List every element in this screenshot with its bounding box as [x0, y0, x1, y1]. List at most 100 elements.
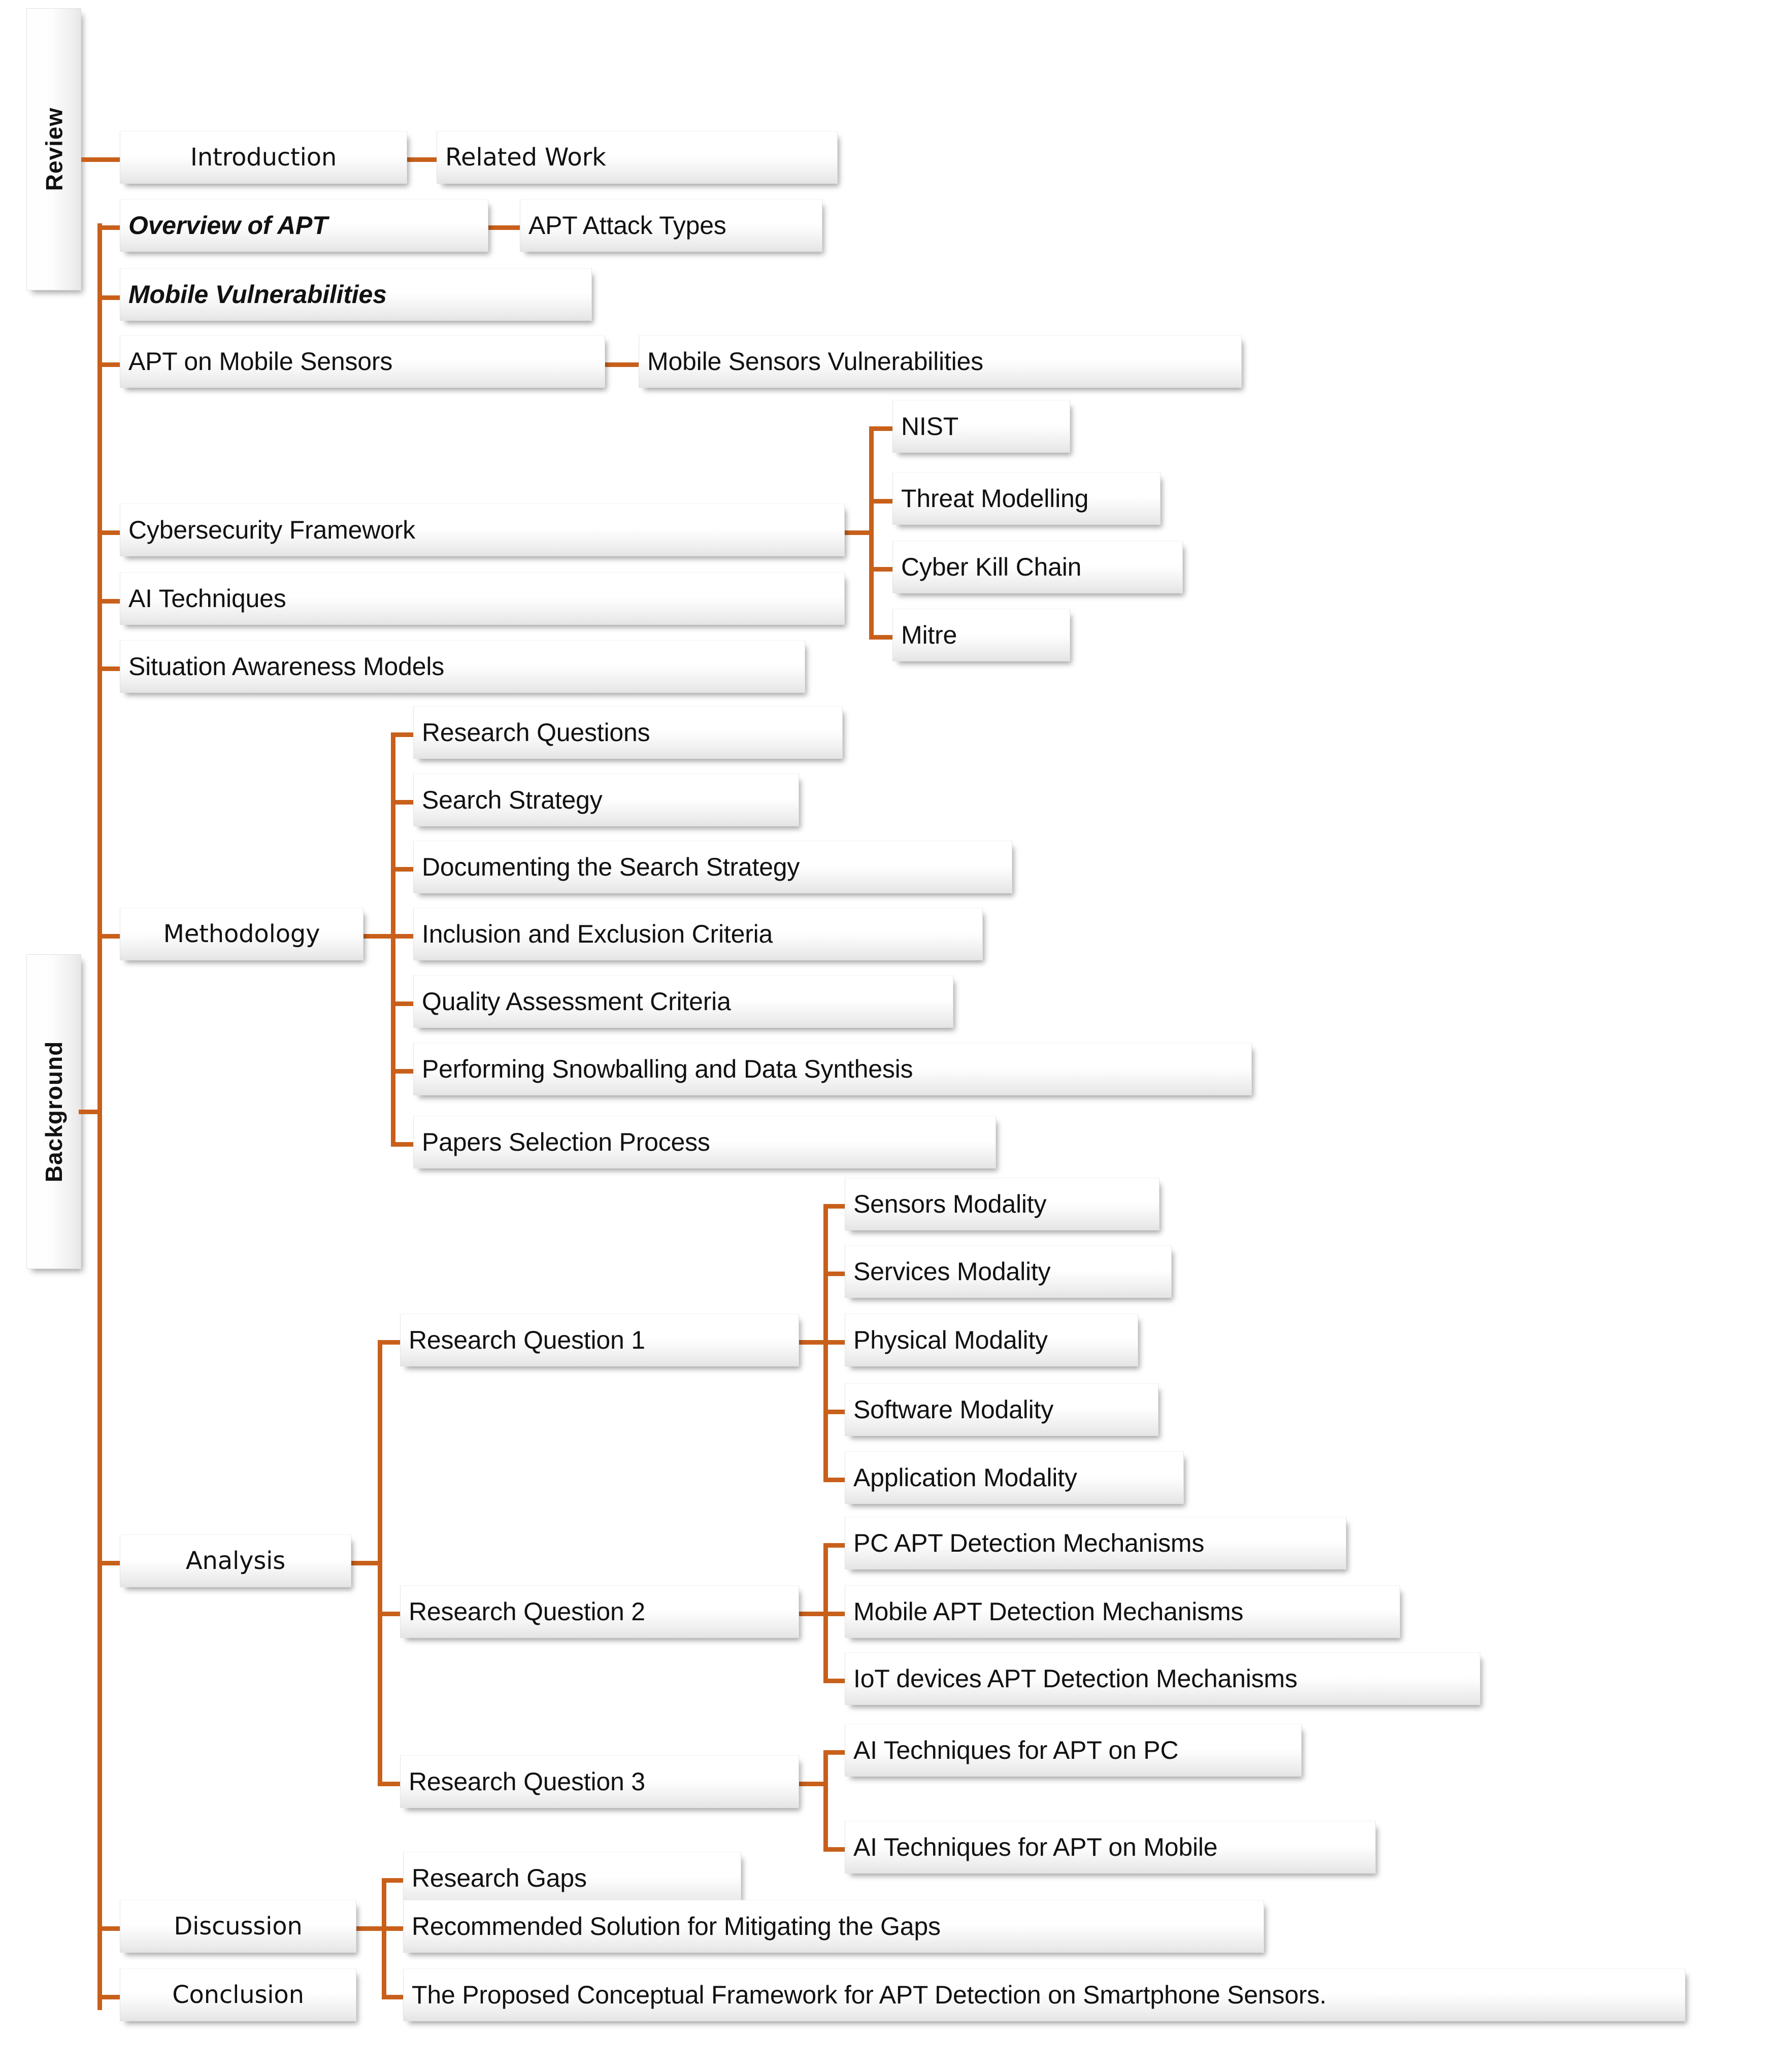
node-application-modality[interactable]: Application Modality [845, 1451, 1184, 1504]
node-physical-modality[interactable]: Physical Modality [845, 1314, 1138, 1366]
connector-rq2-pc [823, 1543, 846, 1548]
node-apt-on-mobile-sensors-label: APT on Mobile Sensors [128, 347, 393, 376]
node-software-modality[interactable]: Software Modality [845, 1383, 1158, 1436]
node-services-modality[interactable]: Services Modality [845, 1245, 1172, 1298]
node-apt-on-mobile-sensors[interactable]: APT on Mobile Sensors [120, 335, 605, 388]
node-situation-awareness-models[interactable]: Situation Awareness Models [120, 640, 805, 693]
node-proposed-conceptual-framework[interactable]: The Proposed Conceptual Framework for AP… [403, 1968, 1685, 2021]
connector-review-introduction [81, 157, 121, 162]
node-cybersecurity-framework[interactable]: Cybersecurity Framework [120, 504, 845, 556]
connector-methodology-bus-vertical [391, 732, 395, 1147]
node-proposed-conceptual-framework-label: The Proposed Conceptual Framework for AP… [412, 1981, 1327, 2009]
node-pc-apt-detection-mechanisms-label: PC APT Detection Mechanisms [853, 1529, 1205, 1557]
node-conclusion[interactable]: Conclusion [120, 1968, 356, 2021]
node-related-work-label: Related Work [445, 143, 606, 172]
connector-meth-search [391, 800, 414, 805]
node-mobile-apt-detection-mechanisms[interactable]: Mobile APT Detection Mechanisms [845, 1585, 1400, 1638]
node-introduction[interactable]: Introduction [120, 131, 407, 184]
node-ai-techniques-apt-mobile[interactable]: AI Techniques for APT on Mobile [845, 1821, 1376, 1874]
node-ai-techniques-apt-pc-label: AI Techniques for APT on PC [853, 1736, 1179, 1764]
node-ai-techniques-label: AI Techniques [128, 584, 286, 613]
connector-rq3-bus-vertical [823, 1750, 828, 1852]
node-discussion-label: Discussion [174, 1912, 303, 1941]
side-label-review-text: Review [41, 107, 67, 191]
node-sensors-modality-label: Sensors Modality [853, 1190, 1047, 1218]
node-analysis[interactable]: Analysis [120, 1534, 351, 1587]
node-recommended-solution[interactable]: Recommended Solution for Mitigating the … [403, 1900, 1264, 1953]
node-application-modality-label: Application Modality [853, 1463, 1077, 1492]
node-physical-modality-label: Physical Modality [853, 1326, 1048, 1354]
connector-analysis-bus-vertical [378, 1340, 382, 1786]
node-methodology[interactable]: Methodology [120, 908, 363, 960]
connector-background-stub [79, 1110, 102, 1114]
connector-rq3-mobile [823, 1847, 846, 1852]
connector-trunk-mobilevuln [97, 295, 121, 300]
node-iot-apt-detection-mechanisms[interactable]: IoT devices APT Detection Mechanisms [845, 1652, 1480, 1705]
node-ai-techniques[interactable]: AI Techniques [120, 572, 845, 625]
connector-rq1-software [823, 1410, 846, 1414]
mindmap-diagram: Review Background Introduction Overview … [0, 0, 1790, 2072]
node-search-strategy[interactable]: Search Strategy [413, 774, 799, 826]
node-research-question-2-label: Research Question 2 [409, 1597, 645, 1626]
node-sensors-modality[interactable]: Sensors Modality [845, 1178, 1159, 1230]
node-software-modality-label: Software Modality [853, 1395, 1053, 1424]
connector-trunk-situation [97, 666, 121, 671]
node-papers-selection-process[interactable]: Papers Selection Process [413, 1116, 996, 1168]
node-overview-of-apt-label: Overview of APT [128, 211, 328, 240]
node-ai-techniques-apt-mobile-label: AI Techniques for APT on Mobile [853, 1833, 1218, 1861]
node-conclusion-label: Conclusion [172, 1981, 304, 2009]
connector-trunk-methodology [97, 934, 121, 939]
connector-rq2-iot [823, 1679, 846, 1683]
node-iot-apt-detection-mechanisms-label: IoT devices APT Detection Mechanisms [853, 1664, 1298, 1693]
connector-meth-inclusion [391, 934, 414, 939]
connector-meth-quality [391, 1001, 414, 1006]
node-research-questions-label: Research Questions [422, 718, 650, 747]
node-quality-assessment-criteria[interactable]: Quality Assessment Criteria [413, 975, 953, 1028]
node-discussion[interactable]: Discussion [120, 1900, 356, 1953]
connector-trunk-aptsensors [97, 362, 121, 367]
node-research-question-3[interactable]: Research Question 3 [400, 1755, 799, 1808]
node-apt-attack-types[interactable]: APT Attack Types [520, 199, 822, 252]
connector-rq1-sensors [823, 1204, 846, 1209]
connector-meth-document [391, 867, 414, 872]
node-ai-techniques-apt-pc[interactable]: AI Techniques for APT on PC [845, 1724, 1302, 1777]
node-analysis-label: Analysis [185, 1547, 286, 1575]
connector-meth-snowball [391, 1069, 414, 1074]
node-mobile-sensors-vulnerabilities[interactable]: Mobile Sensors Vulnerabilities [639, 335, 1242, 388]
connector-background-trunk [97, 223, 102, 2010]
node-performing-snowballing[interactable]: Performing Snowballing and Data Synthesi… [413, 1043, 1252, 1095]
node-services-modality-label: Services Modality [853, 1257, 1051, 1286]
node-pc-apt-detection-mechanisms[interactable]: PC APT Detection Mechanisms [845, 1517, 1346, 1569]
node-quality-assessment-criteria-label: Quality Assessment Criteria [422, 987, 731, 1016]
node-research-questions[interactable]: Research Questions [413, 706, 843, 759]
node-inclusion-exclusion-criteria[interactable]: Inclusion and Exclusion Criteria [413, 908, 983, 960]
connector-analysis-bus [350, 1561, 380, 1565]
connector-analysis-rq1 [378, 1340, 401, 1345]
connector-trunk-overview [97, 225, 121, 230]
node-mobile-vulnerabilities[interactable]: Mobile Vulnerabilities [120, 268, 592, 321]
node-mobile-apt-detection-mechanisms-label: Mobile APT Detection Mechanisms [853, 1597, 1244, 1626]
node-cyber-kill-chain[interactable]: Cyber Kill Chain [892, 541, 1183, 593]
connector-methodology-bus [363, 934, 393, 939]
node-overview-of-apt[interactable]: Overview of APT [120, 199, 488, 252]
node-methodology-label: Methodology [163, 920, 320, 948]
node-introduction-label: Introduction [190, 143, 337, 172]
node-nist[interactable]: NIST [892, 400, 1070, 453]
connector-discussion-bus-vertical [382, 1878, 386, 1999]
node-research-question-1[interactable]: Research Question 1 [400, 1314, 799, 1366]
connector-bus-killchain [869, 567, 893, 572]
node-research-question-2[interactable]: Research Question 2 [400, 1585, 799, 1638]
node-related-work[interactable]: Related Work [437, 131, 838, 184]
connector-rq2-bus [797, 1612, 826, 1616]
node-documenting-search-strategy[interactable]: Documenting the Search Strategy [413, 841, 1012, 893]
connector-meth-papers [391, 1142, 414, 1147]
node-threat-modelling[interactable]: Threat Modelling [892, 472, 1161, 525]
side-label-review: Review [26, 8, 81, 290]
node-documenting-search-strategy-label: Documenting the Search Strategy [422, 853, 800, 881]
connector-aptsensors-sensorsvuln [604, 362, 640, 367]
node-mitre[interactable]: Mitre [892, 609, 1070, 661]
connector-rq3-pc [823, 1750, 846, 1755]
node-research-gaps[interactable]: Research Gaps [403, 1852, 741, 1904]
node-mobile-vulnerabilities-label: Mobile Vulnerabilities [128, 280, 387, 309]
node-nist-label: NIST [901, 412, 959, 441]
